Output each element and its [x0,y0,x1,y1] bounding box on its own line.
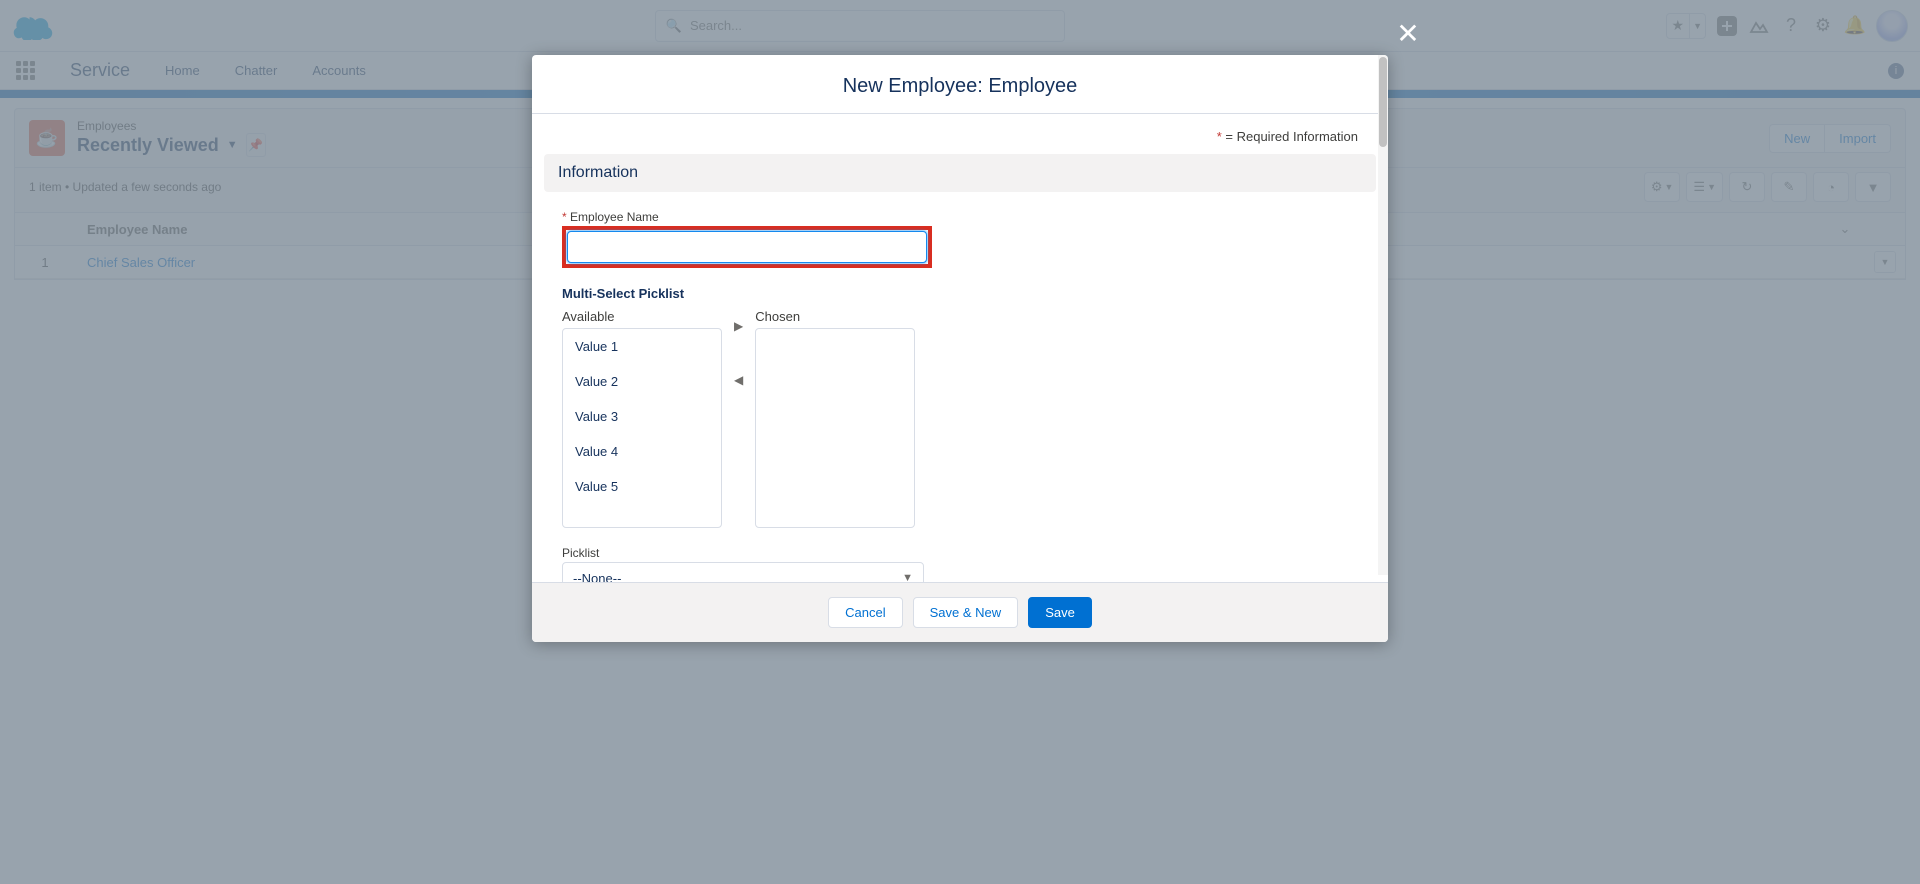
available-col: Available Value 1 Value 2 Value 3 Value … [562,309,722,528]
new-employee-modal: ✕ New Employee: Employee * = Required In… [532,55,1388,642]
employee-name-label: * Employee Name [562,210,932,224]
close-modal-button[interactable]: ✕ [1392,17,1424,49]
employee-name-label-text: Employee Name [570,210,659,224]
chosen-col: Chosen [755,309,915,528]
dual-listbox: Available Value 1 Value 2 Value 3 Value … [562,309,1358,528]
modal-header: New Employee: Employee [532,55,1388,114]
modal-scrollbar[interactable] [1378,55,1388,575]
list-item[interactable]: Value 1 [563,329,721,364]
list-item[interactable]: Value 5 [563,469,721,504]
employee-name-input[interactable] [567,231,927,263]
employee-name-highlight [562,226,932,268]
picklist-label: Picklist [562,546,924,560]
modal-title: New Employee: Employee [532,75,1388,98]
save-and-new-button[interactable]: Save & New [913,597,1019,628]
picklist-field: Picklist --None-- ▼ [562,546,924,582]
move-right-icon[interactable]: ▶ [734,319,743,333]
list-item[interactable]: Value 2 [563,364,721,399]
save-button[interactable]: Save [1028,597,1092,628]
move-buttons: ▶ ◀ [734,309,743,387]
picklist-select[interactable]: --None-- ▼ [562,562,924,582]
chevron-down-icon: ▼ [902,572,913,582]
required-info-legend: * = Required Information [562,129,1358,144]
chosen-listbox[interactable] [755,328,915,528]
list-item[interactable]: Value 4 [563,434,721,469]
available-listbox[interactable]: Value 1 Value 2 Value 3 Value 4 Value 5 [562,328,722,528]
multiselect-label: Multi-Select Picklist [562,286,1358,301]
section-information: Information [544,154,1376,192]
move-left-icon[interactable]: ◀ [734,373,743,387]
cancel-button[interactable]: Cancel [828,597,902,628]
available-label: Available [562,309,722,324]
chosen-label: Chosen [755,309,915,324]
required-info-text: = Required Information [1222,129,1358,144]
employee-name-field: * Employee Name [562,210,932,268]
modal-body: * = Required Information Information * E… [532,114,1388,582]
picklist-value: --None-- [573,571,621,583]
modal-footer: Cancel Save & New Save [532,582,1388,642]
list-item[interactable]: Value 3 [563,399,721,434]
